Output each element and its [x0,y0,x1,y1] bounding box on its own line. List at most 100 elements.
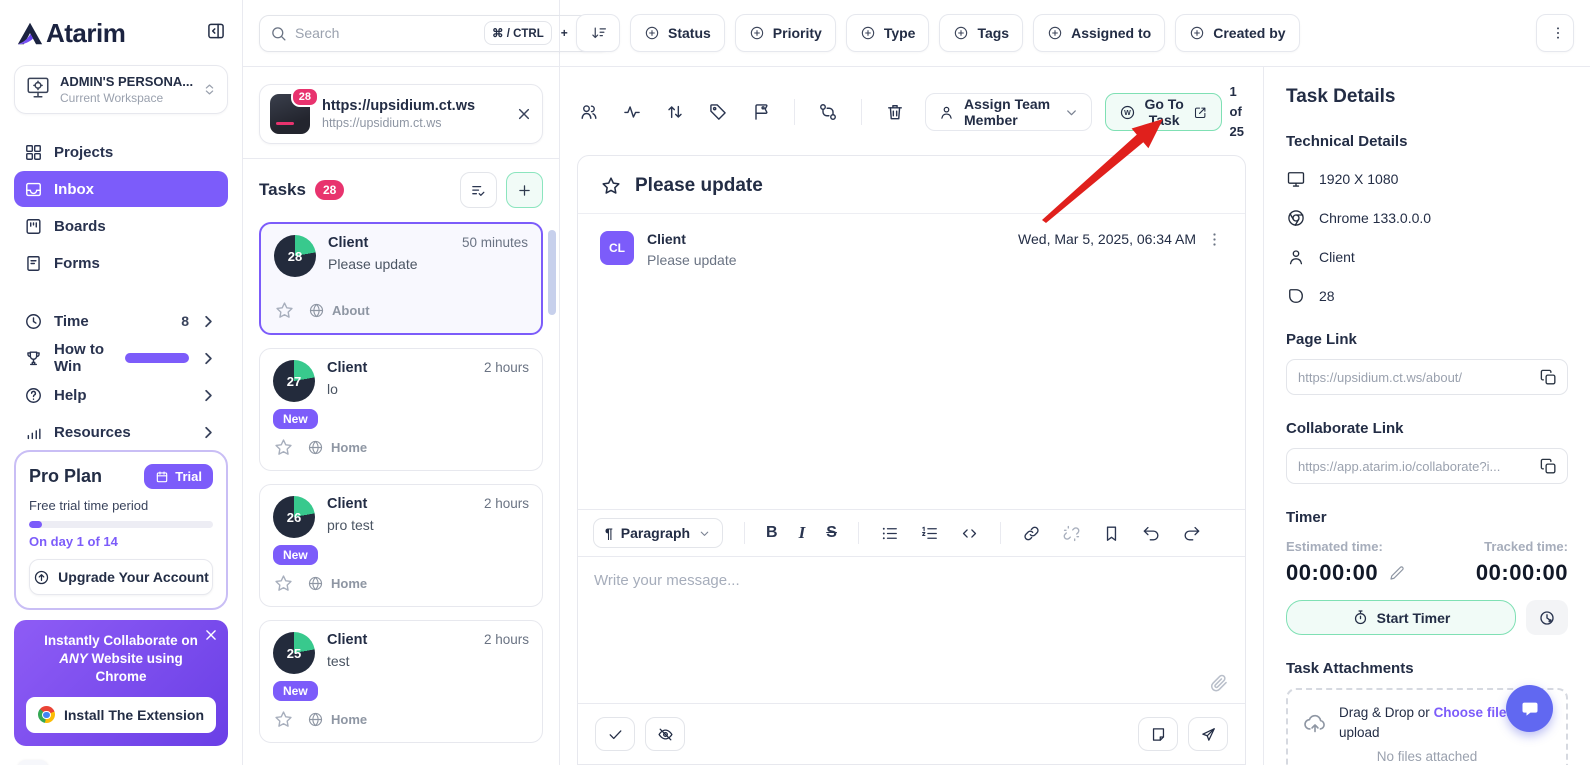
sidebar-item-time[interactable]: Time 8 [14,303,228,339]
filter-assigned-to[interactable]: Assigned to [1033,14,1165,52]
star-icon[interactable] [273,437,294,458]
task-card-26[interactable]: 26 Client 2 hours pro test New Home [259,484,543,607]
flag-icon[interactable] [751,102,771,122]
new-badge: New [273,409,318,429]
sidebar-item-label: Help [54,387,87,404]
star-icon[interactable] [600,175,622,197]
kebab-menu-icon [1550,25,1566,41]
bookmark-button[interactable] [1102,524,1121,543]
sidebar-item-how-to-win[interactable]: How to Win [14,340,228,376]
star-icon[interactable] [273,573,294,594]
task-card-25[interactable]: 25 Client 2 hours test New Home [259,620,543,743]
manual-time-entry-button[interactable] [1526,600,1568,635]
notes-button[interactable] [1138,717,1178,751]
sidebar-item-projects[interactable]: Projects [14,134,228,170]
sort-button[interactable] [576,14,620,52]
bullet-list-button[interactable] [880,524,899,543]
attach-file-icon[interactable] [1209,673,1229,693]
choose-files-link[interactable]: Choose files [1434,705,1514,720]
tag-icon[interactable] [708,102,728,122]
add-task-button[interactable] [506,172,543,208]
attachments-heading: Task Attachments [1286,660,1568,677]
collaborate-link-box [1286,448,1568,484]
sidebar-item-forms[interactable]: Forms [14,245,228,281]
link-button[interactable] [1022,524,1041,543]
task-card-28[interactable]: 28 Client 50 minutes Please update About [259,222,543,335]
task-list-scrollbar[interactable] [548,230,556,315]
paragraph-style-select[interactable]: ¶ Paragraph [593,518,723,548]
star-icon[interactable] [273,709,294,730]
go-to-task-button[interactable]: W Go To Task [1105,93,1222,131]
remove-site-filter-icon[interactable] [516,106,532,122]
workspace-selector[interactable]: ADMIN'S PERSONA... Current Workspace [14,65,228,114]
sidebar-item-resources[interactable]: Resources [14,414,228,450]
task-avatar: 27 [273,360,315,402]
right-region: Status Priority Type Tags Assigned to Cr… [560,0,1590,765]
site-filter-card[interactable]: 28 https://upsidium.ct.ws https://upsidi… [259,84,543,144]
mark-complete-button[interactable] [595,717,635,751]
filter-priority[interactable]: Priority [735,14,836,52]
trial-progress-track [29,521,213,528]
strikethrough-button[interactable]: S [826,524,837,542]
star-icon[interactable] [274,300,295,321]
trash-icon[interactable] [885,102,905,122]
tasks-sort-filter-button[interactable] [460,172,497,208]
chevron-right-icon [199,423,218,442]
sidebar-item-boards[interactable]: Boards [14,208,228,244]
code-button[interactable] [960,524,979,543]
sidebar-collapse-icon[interactable] [206,21,226,46]
sidebar-item-inbox[interactable]: Inbox [14,171,228,207]
edit-pencil-icon[interactable] [1388,564,1406,582]
page-link-input[interactable] [1298,370,1531,385]
sidebar-item-help[interactable]: Help [14,377,228,413]
unlink-button[interactable] [1062,524,1081,543]
more-options-button[interactable] [1536,14,1574,52]
upgrade-account-button[interactable]: Upgrade Your Account [29,559,213,595]
redo-button[interactable] [1182,524,1201,543]
main-panel: Assign Team Member W Go To Task 1 of 25 [560,67,1264,765]
install-extension-button[interactable]: Install The Extension [26,697,216,733]
italic-button[interactable]: I [799,523,806,543]
task-age: 50 minutes [462,235,528,250]
filter-created-by[interactable]: Created by [1175,14,1299,52]
list-check-icon [470,182,487,199]
message-menu-icon[interactable] [1206,231,1223,248]
sidebar-item-label: How to Win [54,341,114,375]
help-icon [24,386,43,405]
chevron-right-icon [199,349,218,368]
git-compare-icon[interactable] [818,102,838,122]
task-card-27[interactable]: 27 Client 2 hours lo New Home [259,348,543,471]
search-input[interactable] [295,25,476,41]
message-input[interactable]: Write your message... [578,557,1245,703]
pro-plan-title: Pro Plan [29,466,102,487]
filter-status[interactable]: Status [630,14,725,52]
task-preview: test [327,653,529,669]
bold-button[interactable]: B [766,524,778,542]
circle-plus-icon [1189,25,1205,41]
close-icon[interactable] [204,628,218,642]
undo-button[interactable] [1142,524,1161,543]
assign-team-member-select[interactable]: Assign Team Member [925,93,1092,131]
task-preview: Please update [328,256,528,272]
copy-icon[interactable] [1539,368,1558,387]
activity-icon[interactable] [622,102,642,122]
collaborate-link-label: Collaborate Link [1286,420,1568,437]
copy-icon[interactable] [1539,457,1558,476]
assignees-icon[interactable] [579,102,599,122]
sort-updown-icon[interactable] [665,102,685,122]
start-timer-button[interactable]: Start Timer [1286,600,1516,635]
filter-tags[interactable]: Tags [939,14,1023,52]
task-avatar: 26 [273,496,315,538]
globe-icon [307,439,324,456]
chevron-down-icon [1064,105,1079,120]
search-box[interactable]: ⌘ / CTRL + K [259,15,610,52]
internal-note-toggle-button[interactable] [645,717,685,751]
live-chat-button[interactable] [1506,685,1553,732]
estimated-time-value: 00:00:00 [1286,560,1378,586]
workspace-icon [25,74,51,105]
collaborate-link-input[interactable] [1298,459,1531,474]
filter-type[interactable]: Type [846,14,930,52]
ordered-list-button[interactable] [920,524,939,543]
send-button[interactable] [1188,717,1228,751]
how-to-win-progress-bar [125,353,189,363]
